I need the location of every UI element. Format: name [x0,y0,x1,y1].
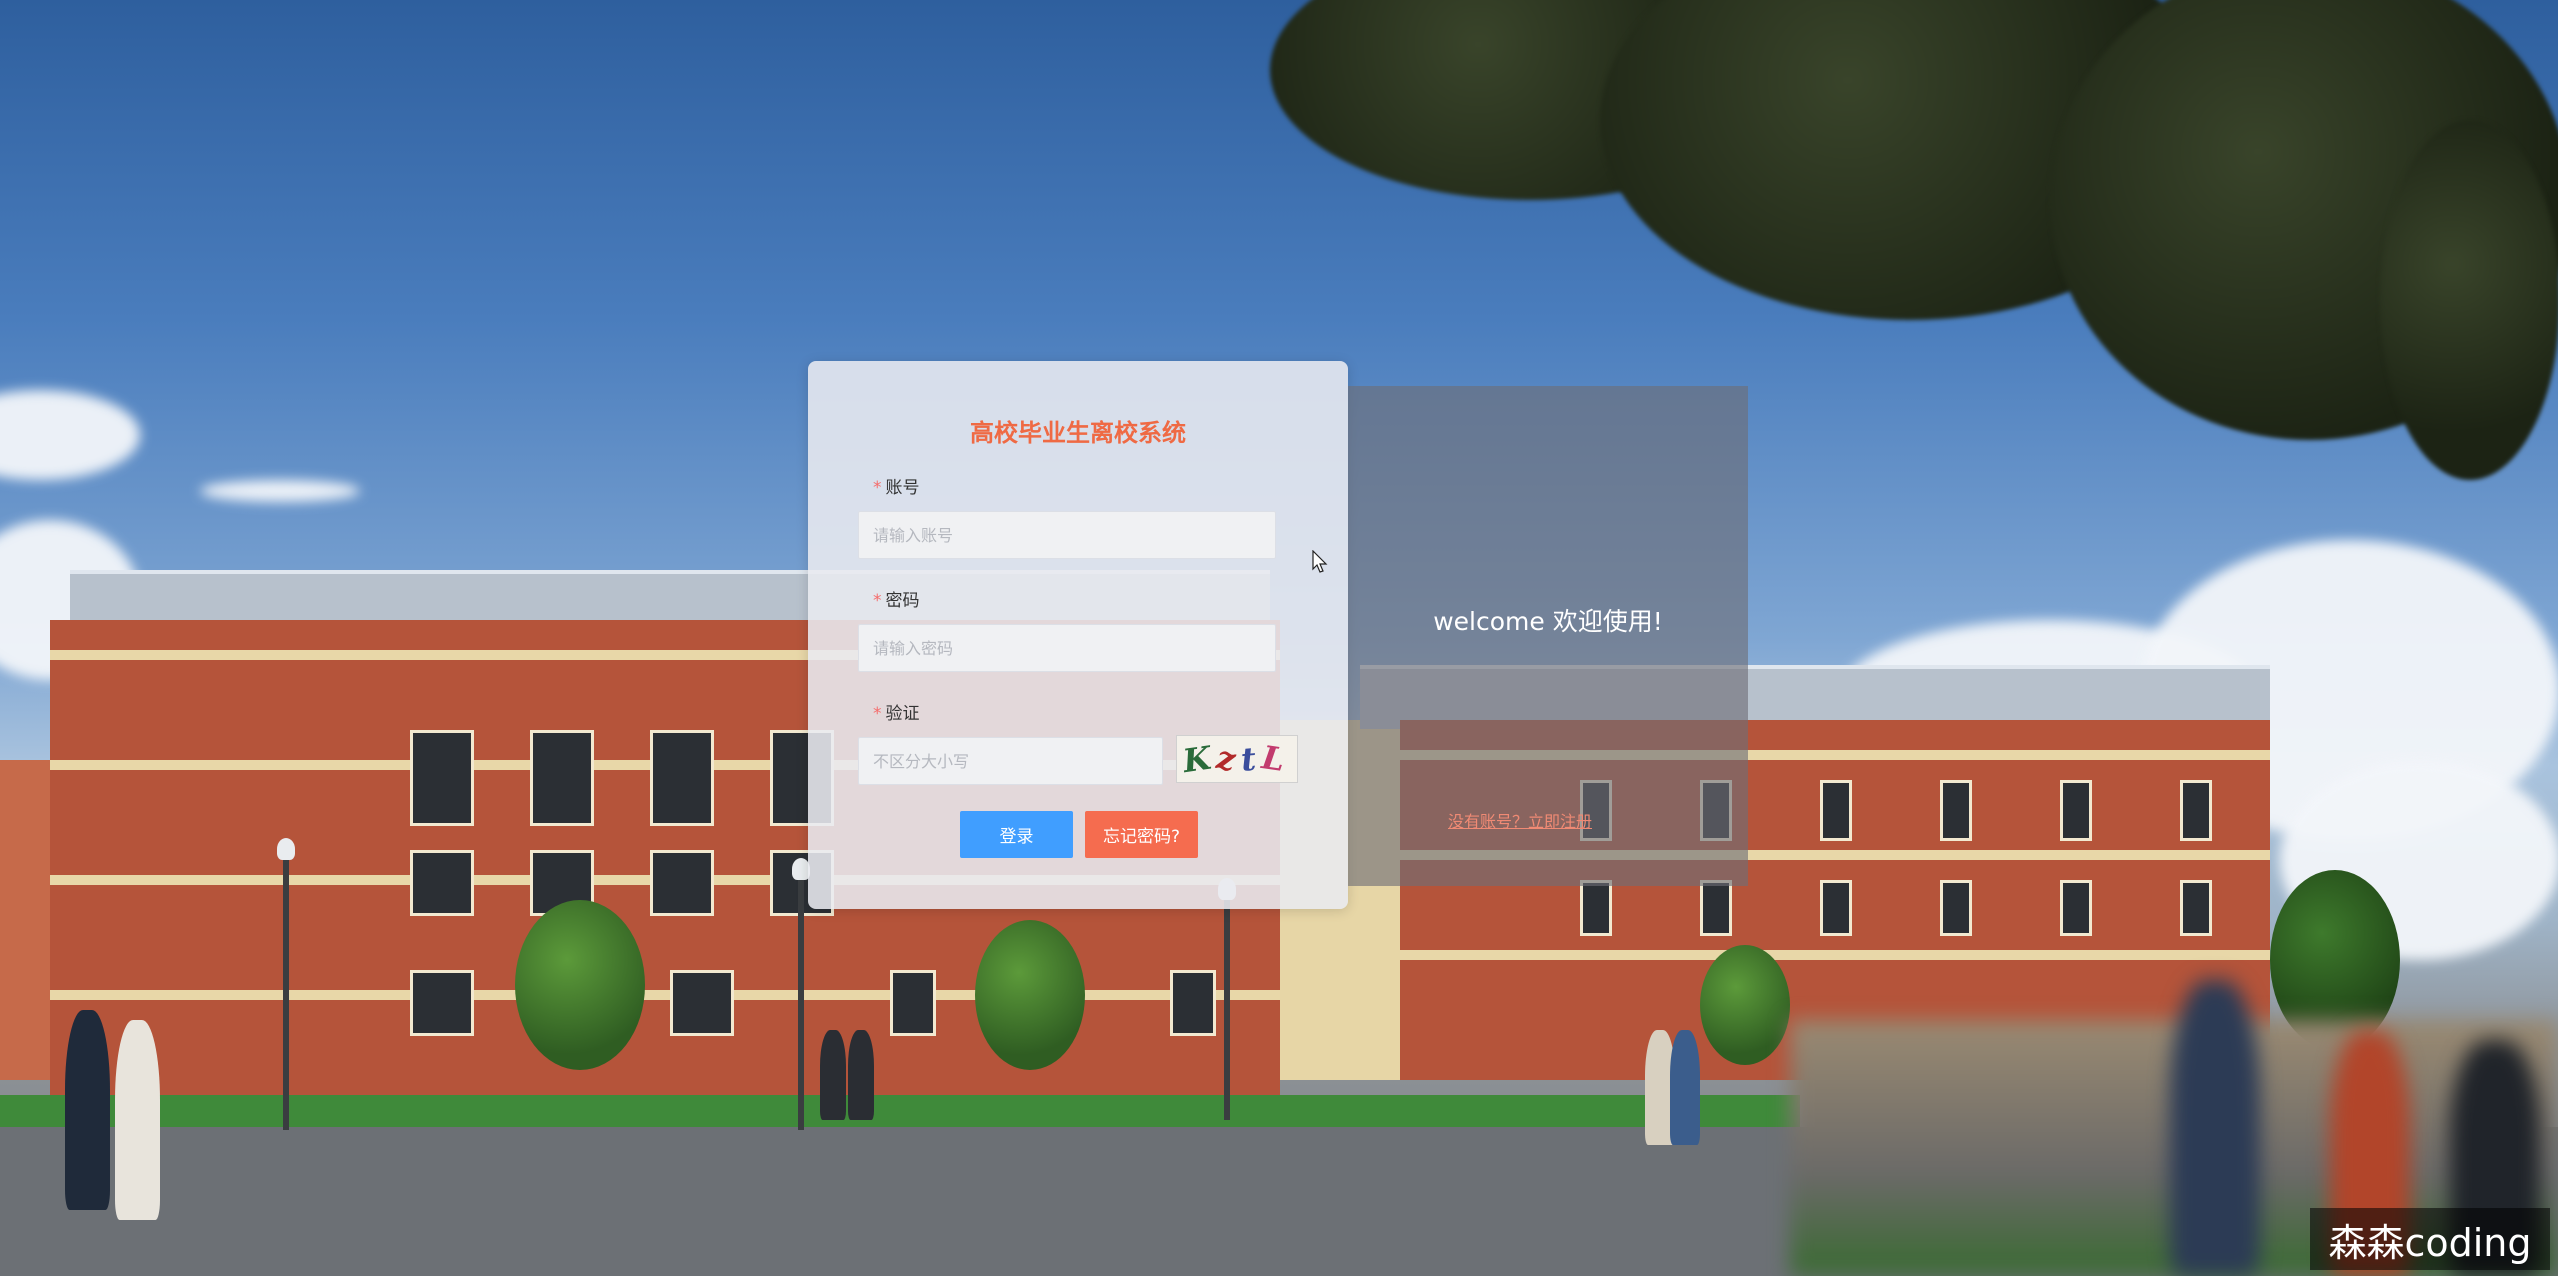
person [1670,1030,1700,1145]
register-link[interactable]: 没有账号？立即注册 [1448,808,1592,832]
street-tree [1700,945,1790,1065]
lawn [0,1095,1800,1127]
captcha-char: L [1259,738,1294,780]
person [2170,980,2260,1276]
tree-canopy [2380,120,2558,480]
lamp-post [1224,890,1230,1120]
welcome-panel: welcome 欢迎使用! 没有账号？立即注册 [1348,386,1748,886]
building-far-left [0,760,50,1080]
account-input[interactable] [858,511,1276,559]
required-mark: * [873,591,882,611]
forgot-password-button[interactable]: 忘记密码? [1085,811,1198,858]
street-tree [975,920,1085,1070]
person [115,1020,160,1220]
cloud [0,390,140,480]
captcha-input[interactable] [858,737,1163,785]
account-label-text: 账号 [885,478,920,498]
cloud [200,480,360,502]
street-tree [515,900,645,1070]
account-label: * 账号 [873,473,920,498]
login-button[interactable]: 登录 [960,811,1073,858]
password-label: * 密码 [873,586,920,611]
captcha-label: * 验证 [873,699,920,724]
system-title: 高校毕业生离校系统 [970,419,1186,447]
person [848,1030,874,1120]
lamp-post [798,870,804,1130]
lamp-post [283,850,289,1130]
captcha-label-text: 验证 [885,704,920,724]
person [65,1010,110,1210]
watermark: 森森coding [2310,1208,2550,1270]
password-label-text: 密码 [885,591,920,611]
login-card: 高校毕业生离校系统 *账号 *密码 *验证 KztL 登录 忘记密码? [808,361,1348,909]
password-input[interactable] [858,624,1276,672]
welcome-text: welcome 欢迎使用! [1433,607,1663,636]
captcha-image[interactable]: KztL [1176,735,1298,783]
person [820,1030,846,1120]
required-mark: * [873,704,882,724]
required-mark: * [873,478,882,498]
lamp [277,838,295,860]
mouse-cursor-icon [1312,550,1328,573]
